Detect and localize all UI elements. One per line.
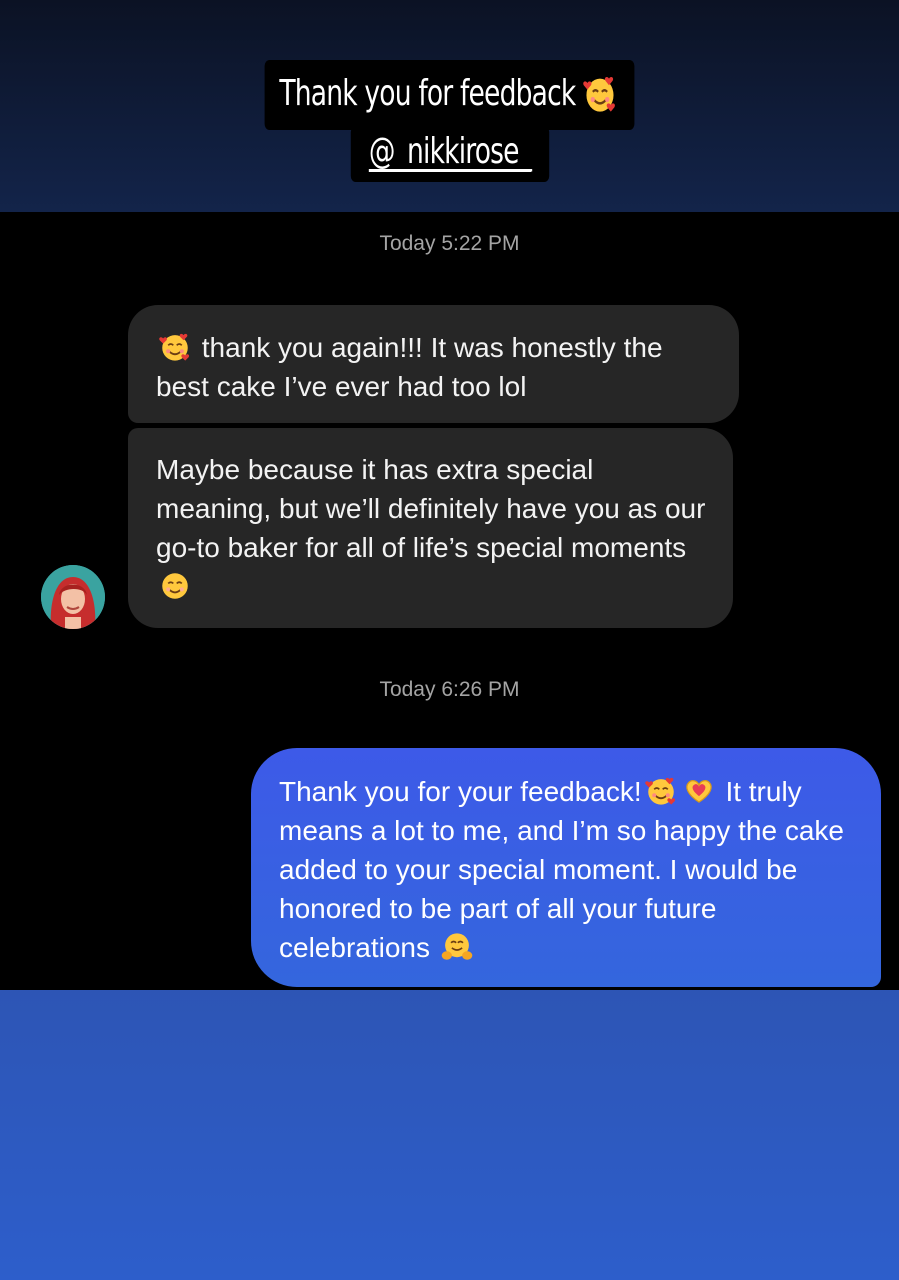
story-bottom-background [0,990,899,1280]
avatar-image [41,565,105,629]
smiling-face-with-hearts-icon [644,777,675,805]
message-text: Thank you for your feedback! [279,776,642,807]
hugging-face-icon [441,933,473,960]
caption-line-2: @_nikkirose_ [350,126,549,182]
message-text: best cake I’ve ever had too lol [156,371,527,402]
sent-message[interactable]: Thank you for your feedback! It truly me… [251,748,881,987]
received-message-1[interactable]: thank you again!!! It was honestly the b… [128,305,739,423]
smiling-face-icon [162,573,188,599]
timestamp-2: Today 6:26 PM [379,678,520,701]
avatar[interactable] [41,565,105,629]
caption-line-1: Thank you for feedback [264,60,635,130]
heart-hands-icon [685,780,712,803]
smiling-face-with-hearts-icon [159,333,190,361]
timestamp-1: Today 5:22 PM [379,232,520,255]
smiling-face-with-hearts-icon [583,76,615,112]
story-caption: Thank you for feedback @_nikkirose_ [0,60,899,182]
message-text: thank you again!!! It was honestly the [201,332,663,363]
message-text: Maybe because it has extra special meani… [156,454,706,563]
caption-mention[interactable]: @_nikkirose_ [368,134,531,170]
received-message-2[interactable]: Maybe because it has extra special meani… [128,428,733,628]
chat-thread: Today 5:22 PM thank you again!!! It was … [0,212,899,990]
caption-text: Thank you for feedback [279,73,576,114]
